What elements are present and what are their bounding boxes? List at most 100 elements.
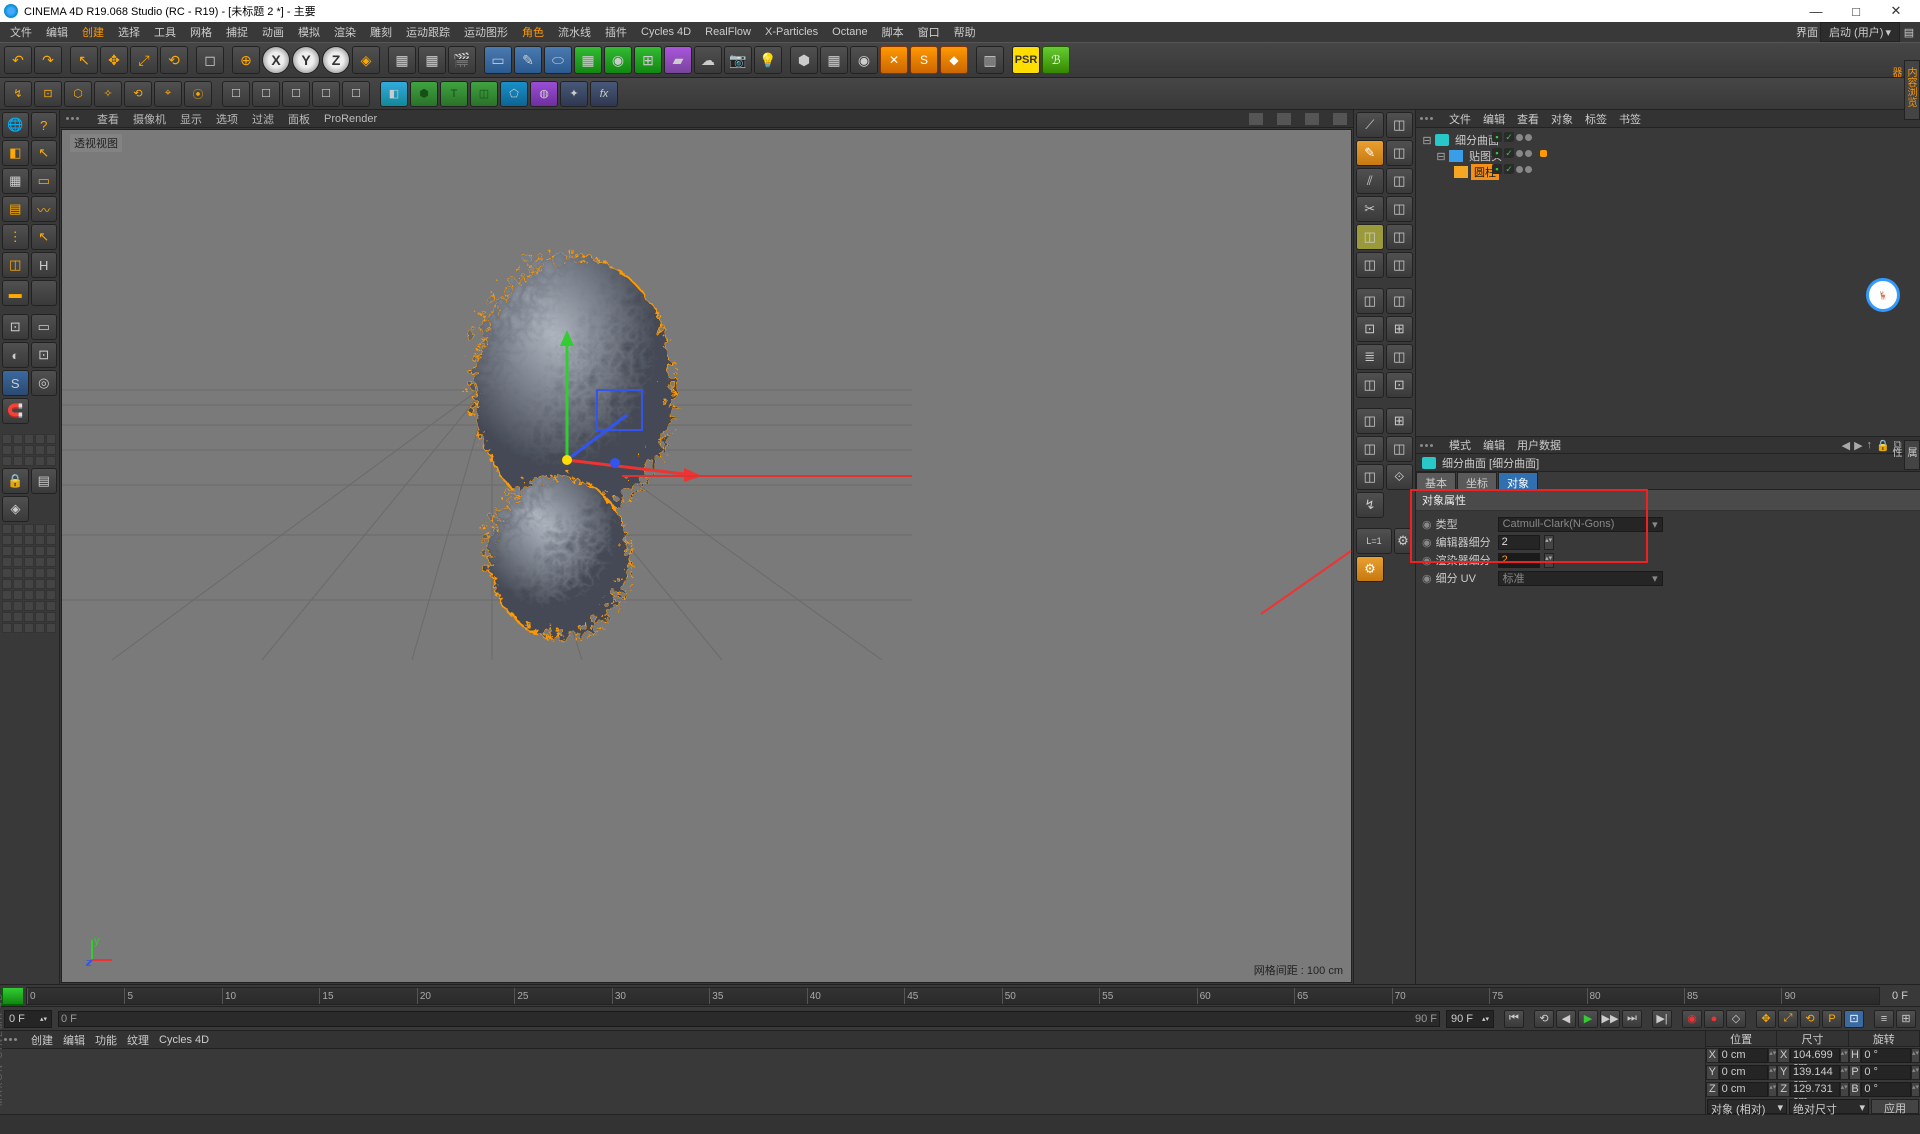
lt-arrow[interactable]: ↖ bbox=[31, 224, 58, 250]
primitive-pen-button[interactable]: ✎ bbox=[514, 46, 542, 74]
lt-snap2[interactable]: ⊡ bbox=[31, 342, 58, 368]
menu-edit[interactable]: 编辑 bbox=[40, 22, 74, 42]
am-nav-prev[interactable]: ◀ bbox=[1842, 439, 1850, 452]
last-tool[interactable]: ◻ bbox=[196, 46, 224, 74]
timeline-current-marker[interactable] bbox=[2, 987, 24, 1005]
menu-xparticles[interactable]: X-Particles bbox=[759, 24, 824, 40]
record-button[interactable]: ◉ bbox=[1682, 1010, 1702, 1028]
menu-file[interactable]: 文件 bbox=[4, 22, 38, 42]
range-slider[interactable]: 0 F 90 F bbox=[58, 1011, 1440, 1027]
key-opts-button[interactable]: ≡ bbox=[1874, 1010, 1894, 1028]
attr-type-dropdown[interactable]: Catmull-Clark(N-Gons)▾ bbox=[1498, 517, 1663, 532]
size-x-field[interactable]: 104.699 cm bbox=[1790, 1048, 1840, 1063]
render-region-button[interactable]: ▦ bbox=[418, 46, 446, 74]
plugin-btn-7[interactable]: ▥ bbox=[976, 46, 1004, 74]
lt-texture[interactable]: ▦ bbox=[2, 168, 29, 194]
am-menu-userdata[interactable]: 用户数据 bbox=[1517, 437, 1561, 453]
light-button[interactable]: 💡 bbox=[754, 46, 782, 74]
lt-snap1[interactable]: ◐ bbox=[2, 342, 29, 368]
rt-pen[interactable]: ✎ bbox=[1356, 140, 1384, 166]
tool2-10[interactable]: ☐ bbox=[282, 81, 310, 107]
primitive-spline-button[interactable]: ⬭ bbox=[544, 46, 572, 74]
autokey-button[interactable]: ● bbox=[1704, 1010, 1724, 1028]
minimize-button[interactable]: — bbox=[1796, 4, 1836, 19]
side-tab-attr[interactable]: 属性 bbox=[1904, 440, 1920, 470]
render-settings-button[interactable]: 🎬 bbox=[448, 46, 476, 74]
next-key-button[interactable]: ▶▶ bbox=[1600, 1010, 1620, 1028]
pos-y-field[interactable]: 0 cm bbox=[1719, 1065, 1769, 1080]
object-tree[interactable]: ⊟ 细分曲面 ▪✓ ⊟ 贴图头 ▪✓ 圆柱 ▪✓ 🦌 bbox=[1416, 128, 1920, 436]
expand-icon[interactable]: ⊟ bbox=[1436, 150, 1446, 163]
lt-blank[interactable] bbox=[31, 280, 58, 306]
scale-tool[interactable]: ⤢ bbox=[130, 46, 158, 74]
layout-menu-icon[interactable]: ▤ bbox=[1902, 26, 1916, 39]
rt-l1[interactable]: L=1 bbox=[1356, 528, 1392, 554]
primitive-cube-button[interactable]: ▭ bbox=[484, 46, 512, 74]
prim-nurbs[interactable]: ⬢ bbox=[410, 81, 438, 107]
goto-end-button[interactable]: ⏭ bbox=[1622, 1010, 1642, 1028]
key-menu-button[interactable]: ⊞ bbox=[1896, 1010, 1916, 1028]
rt-10[interactable]: ◫ bbox=[1356, 252, 1384, 278]
prim-fx1[interactable]: ✦ bbox=[560, 81, 588, 107]
lt-model[interactable]: ◧ bbox=[2, 140, 29, 166]
lt-point[interactable]: ⋮ bbox=[2, 224, 29, 250]
rt-20[interactable]: ◫ bbox=[1356, 408, 1384, 434]
frame-start-field[interactable]: 0 F▴▾ bbox=[4, 1010, 52, 1028]
plugin-btn-5[interactable]: S bbox=[910, 46, 938, 74]
rt-6[interactable]: ✂ bbox=[1356, 196, 1384, 222]
tool2-2[interactable]: ⊡ bbox=[34, 81, 62, 107]
tab-coord[interactable]: 坐标 bbox=[1457, 472, 1497, 489]
key-rot-button[interactable]: ⟲ bbox=[1800, 1010, 1820, 1028]
side-tab-browser[interactable]: 内容浏览器 bbox=[1904, 60, 1920, 120]
prim-text[interactable]: T bbox=[440, 81, 468, 107]
plugin-btn-8[interactable]: ℬ bbox=[1042, 46, 1070, 74]
maximize-button[interactable]: □ bbox=[1836, 4, 1876, 19]
key-pla-button[interactable]: ⊡ bbox=[1844, 1010, 1864, 1028]
redo-button[interactable]: ↷ bbox=[34, 46, 62, 74]
rt-11[interactable]: ◫ bbox=[1386, 252, 1414, 278]
rt-gear[interactable]: ⚙ bbox=[1394, 528, 1412, 554]
rot-p-field[interactable]: 0 ° bbox=[1861, 1065, 1911, 1080]
size-y-field[interactable]: 139.144 cm bbox=[1790, 1065, 1840, 1080]
lt-edge[interactable]: ◫ bbox=[2, 252, 29, 278]
material-manager[interactable]: 创建 编辑 功能 纹理 Cycles 4D MAXON CINEMA 4D bbox=[0, 1031, 1705, 1114]
spinner-icon[interactable]: ▴▾ bbox=[1544, 535, 1554, 550]
keyframe-button[interactable]: ◇ bbox=[1726, 1010, 1746, 1028]
lt-cursor[interactable]: ↖ bbox=[31, 140, 58, 166]
menu-tools[interactable]: 工具 bbox=[148, 22, 182, 42]
undo-button[interactable]: ↶ bbox=[4, 46, 32, 74]
om-menu-file[interactable]: 文件 bbox=[1449, 111, 1471, 127]
menu-script[interactable]: 脚本 bbox=[876, 22, 910, 42]
rt-24[interactable]: ◫ bbox=[1356, 464, 1384, 490]
menu-pipeline[interactable]: 流水线 bbox=[552, 22, 597, 42]
tool2-7[interactable]: ⦿ bbox=[184, 81, 212, 107]
menu-sculpt[interactable]: 雕刻 bbox=[364, 22, 398, 42]
menu-tracker[interactable]: 运动跟踪 bbox=[400, 22, 456, 42]
menu-help[interactable]: 帮助 bbox=[948, 22, 982, 42]
menu-select[interactable]: 选择 bbox=[112, 22, 146, 42]
prim-def[interactable]: ◍ bbox=[530, 81, 558, 107]
lt-magnet[interactable]: 🧲 bbox=[2, 398, 29, 424]
vp-menu-filter[interactable]: 过滤 bbox=[252, 111, 274, 127]
goto-last-button[interactable]: ▶| bbox=[1652, 1010, 1672, 1028]
menu-window[interactable]: 窗口 bbox=[912, 22, 946, 42]
expand-icon[interactable]: ⊟ bbox=[1422, 134, 1432, 147]
deformer-button[interactable]: ▰ bbox=[664, 46, 692, 74]
generator-button[interactable]: ▦ bbox=[574, 46, 602, 74]
tool2-3[interactable]: ⬡ bbox=[64, 81, 92, 107]
x-axis-toggle[interactable]: X bbox=[262, 46, 290, 74]
lt-lasso[interactable]: 〰 bbox=[31, 196, 58, 222]
rt-21[interactable]: ⊞ bbox=[1386, 408, 1414, 434]
environment-button[interactable]: ☁ bbox=[694, 46, 722, 74]
attr-editor-value[interactable]: 2 bbox=[1498, 535, 1540, 550]
render-view-button[interactable]: ▦ bbox=[388, 46, 416, 74]
lt-snap-enable[interactable]: S bbox=[2, 370, 29, 396]
vp-nav-1[interactable] bbox=[1249, 113, 1263, 125]
rt-9[interactable]: ◫ bbox=[1386, 224, 1414, 250]
key-param-button[interactable]: P bbox=[1822, 1010, 1842, 1028]
lt-tweak[interactable]: ⊡ bbox=[2, 314, 29, 340]
vp-menu-display[interactable]: 显示 bbox=[180, 111, 202, 127]
play-button[interactable]: ▶ bbox=[1578, 1010, 1598, 1028]
rt-16[interactable]: ≣ bbox=[1356, 344, 1384, 370]
layout-selector[interactable]: 启动 (用户)▾ bbox=[1820, 22, 1900, 42]
